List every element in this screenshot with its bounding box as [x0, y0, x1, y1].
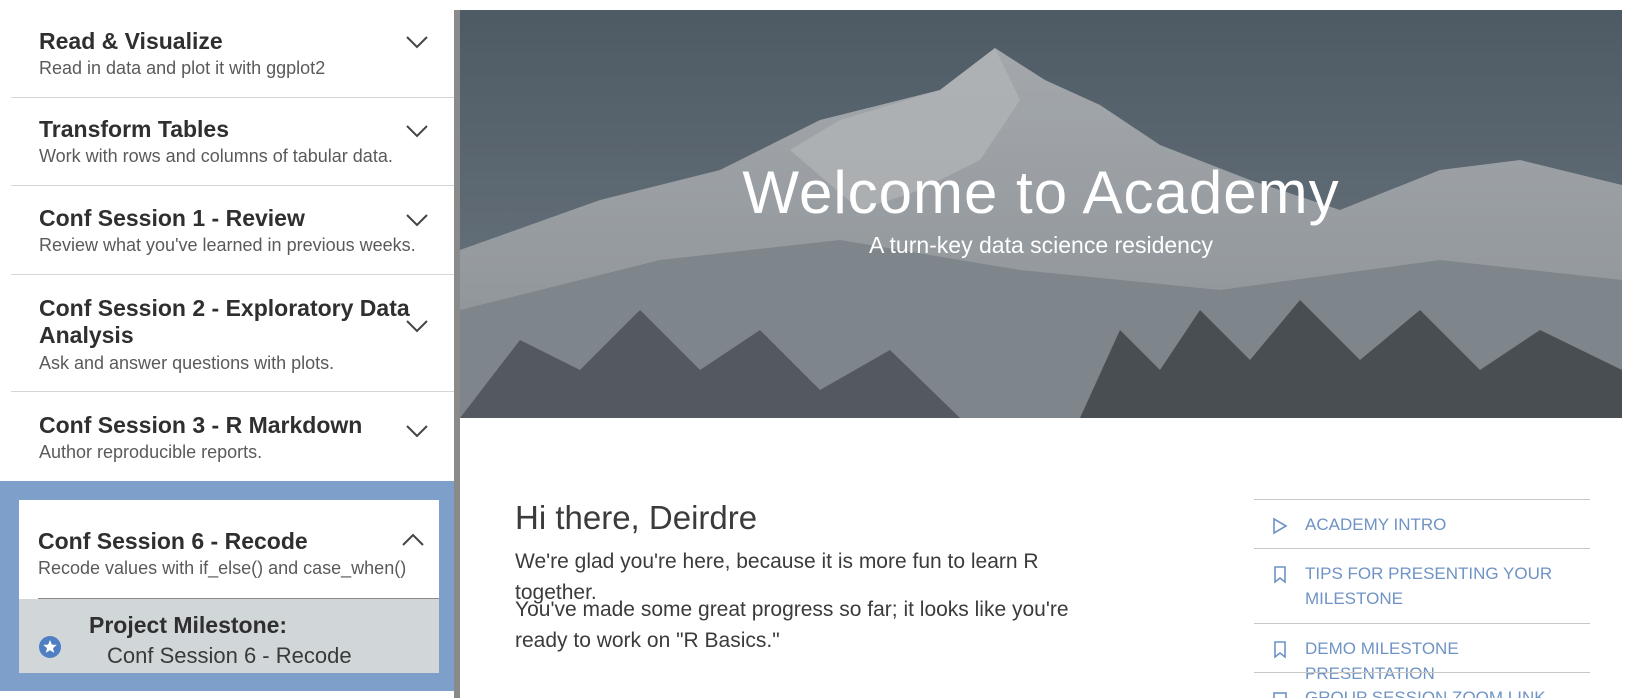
active-module-frame: Conf Session 6 - Recode Recode values wi… — [0, 481, 458, 691]
module-conf-session-6[interactable]: Conf Session 6 - Recode Recode values wi… — [19, 500, 439, 673]
link-academy-intro[interactable]: Academy Intro — [1254, 499, 1590, 548]
chevron-down-icon[interactable] — [405, 213, 429, 227]
chevron-up-icon[interactable] — [401, 533, 425, 547]
chevron-down-icon[interactable] — [405, 319, 429, 333]
module-title: Conf Session 2 - Exploratory Data — [39, 295, 410, 321]
chevron-down-icon[interactable] — [405, 124, 429, 138]
module-conf-session-2[interactable]: Conf Session 2 - Exploratory Data Analys… — [11, 275, 455, 392]
greeting-heading: Hi there, Deirdre — [515, 499, 758, 536]
module-subtitle: Review what you've learned in previous w… — [39, 235, 416, 255]
milestone-title: Project Milestone: — [89, 612, 288, 638]
module-subtitle: Author reproducible reports. — [39, 442, 263, 462]
hero-banner: Welcome to Academy A turn-key data scien… — [460, 10, 1622, 418]
hero-title: Welcome to Academy — [742, 159, 1340, 226]
module-subtitle: Recode values with if_else() and case_wh… — [38, 558, 407, 578]
hero-subtitle: A turn-key data science residency — [869, 232, 1213, 258]
link-label[interactable]: Group session zoom link — [1305, 685, 1575, 698]
module-title: Conf Session 6 - Recode — [38, 528, 308, 554]
progress-paragraph: You've made some great progress so far; … — [515, 598, 1069, 652]
module-title: Conf Session 3 - R Markdown — [39, 412, 363, 438]
module-title: Transform Tables — [39, 116, 230, 142]
link-group-session-zoom[interactable]: Group session zoom link — [1254, 672, 1590, 698]
module-subtitle: Read in data and plot it with ggplot2 — [39, 58, 326, 78]
link-label[interactable]: Academy Intro — [1305, 512, 1575, 537]
module-read-visualize[interactable]: Read & Visualize Read in data and plot i… — [11, 0, 455, 98]
link-demo-milestone[interactable]: Demo milestone presentation — [1254, 623, 1590, 683]
bookmark-icon — [1272, 566, 1288, 584]
bookmark-icon — [1272, 641, 1288, 659]
milestone-subtitle: Conf Session 6 - Recode — [107, 643, 352, 668]
module-conf-session-3[interactable]: Conf Session 3 - R Markdown Author repro… — [11, 392, 455, 481]
chevron-down-icon[interactable] — [405, 424, 429, 438]
link-label[interactable]: Tips for presenting your milestone — [1305, 561, 1575, 611]
module-title: Conf Session 1 - Review — [39, 205, 305, 231]
module-title: Read & Visualize — [39, 28, 223, 54]
sidebar: Read & Visualize Read in data and plot i… — [0, 0, 458, 698]
video-icon — [1272, 690, 1288, 698]
module-conf-session-1[interactable]: Conf Session 1 - Review Review what you'… — [11, 186, 455, 275]
module-transform-tables[interactable]: Transform Tables Work with rows and colu… — [11, 98, 455, 186]
star-icon — [39, 636, 61, 658]
module-title-line2: Analysis — [39, 322, 134, 348]
link-tips-presenting[interactable]: Tips for presenting your milestone — [1254, 548, 1590, 623]
page: Read & Visualize Read in data and plot i… — [0, 0, 1631, 698]
chevron-down-icon[interactable] — [405, 35, 429, 49]
module-subtitle: Work with rows and columns of tabular da… — [39, 146, 393, 166]
milestone-item[interactable]: Project Milestone: Conf Session 6 - Reco… — [19, 599, 439, 673]
module-subtitle: Ask and answer questions with plots. — [39, 353, 335, 373]
play-icon — [1272, 517, 1288, 535]
